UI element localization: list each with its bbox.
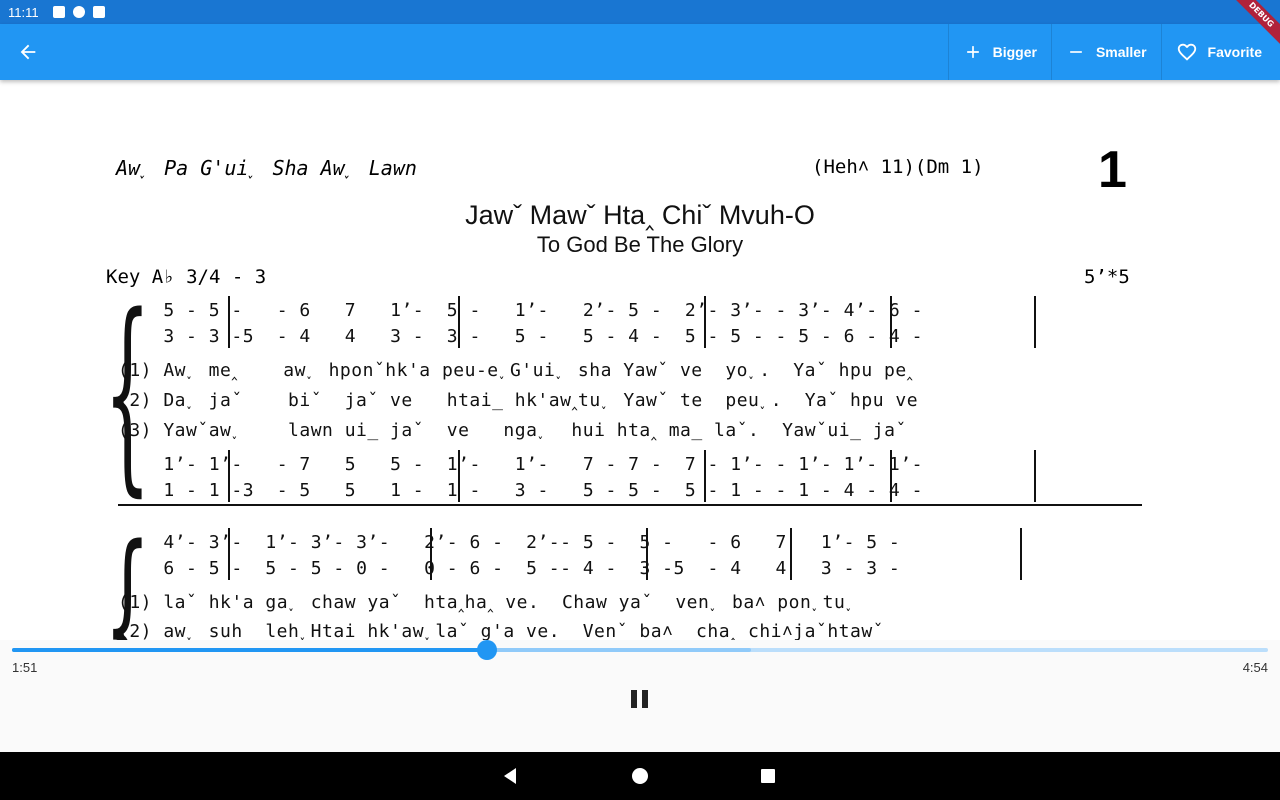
bigger-button[interactable]: Bigger <box>947 24 1051 80</box>
soprano-line: 4’- 3’- 1’- 3’- 3’- 2’- 6 - 2’-- 5 - 5 -… <box>118 532 901 553</box>
favorite-button[interactable]: Favorite <box>1160 24 1280 80</box>
plus-icon <box>966 46 979 58</box>
seek-progress <box>12 648 487 652</box>
barline <box>458 450 460 502</box>
barline <box>1034 450 1036 502</box>
nav-back-icon[interactable] <box>500 766 520 786</box>
barline <box>228 296 230 348</box>
barline <box>890 296 892 348</box>
arrow-back-icon <box>20 44 36 60</box>
barline <box>1020 528 1022 580</box>
back-button[interactable] <box>0 24 56 80</box>
barline <box>704 450 706 502</box>
barline <box>228 528 230 580</box>
bigger-label: Bigger <box>992 44 1037 60</box>
alto-line: 6 - 5 - 5 - 5 - 0 - 0 - 6 - 5 -- 4 - 3 -… <box>118 558 901 579</box>
barline <box>646 528 648 580</box>
hymn-header-left: Aw˯ Pa G'ui˯ Sha Aw˯ Lawn <box>116 156 417 180</box>
pause-icon <box>631 690 637 708</box>
verse-1-lyrics: (1) Aw˯ me‸ aw˯ hponˇhk'a peu-e˯G'ui˯ sh… <box>118 360 914 381</box>
minus-icon <box>1070 51 1082 53</box>
barline <box>228 450 230 502</box>
sd-card-icon <box>92 6 105 18</box>
favorite-label: Favorite <box>1207 44 1262 60</box>
barline <box>458 296 460 348</box>
nav-home-icon[interactable] <box>630 766 650 786</box>
verse-1-lyrics: (1) laˇ hk'a ga˯ chaw yaˇ hta‸ha‸ ve. Ch… <box>118 592 857 613</box>
hymn-title: Jawˇ Mawˇ Hta‸ Chiˇ Mvuh-O <box>465 200 815 230</box>
smaller-label: Smaller <box>1095 44 1147 60</box>
barline <box>1034 296 1036 348</box>
system-nav-bar <box>0 752 1280 800</box>
pause-button[interactable] <box>630 690 650 710</box>
barline <box>890 450 892 502</box>
verse-2-lyrics: (2) aw˯ suh_ leh˯Htai_hk'aw˯laˇ g'a ve. … <box>118 621 884 640</box>
verse-3-lyrics: (3) Yawˇaw˯ lawn ui_ jaˇ ve nga˯ hui hta… <box>118 420 907 441</box>
bass-line: 1 - 1 -3 - 5 5 1 - 1 - 3 - 5 - 5 - 5 - 1… <box>118 480 923 501</box>
nav-recents-icon[interactable] <box>758 766 778 786</box>
hymn-number: 1 <box>1098 141 1127 199</box>
total-time: 4:54 <box>1242 660 1268 675</box>
app-bar: Bigger Smaller Favorite <box>0 24 1280 80</box>
barline <box>430 528 432 580</box>
hymn-subtitle: To God Be The Glory <box>536 232 744 257</box>
notification-icon <box>72 6 85 18</box>
hymn-score[interactable]: Aw˯ Pa G'ui˯ Sha Aw˯ Lawn (Heh˄ 11)(Dm 1… <box>0 80 1280 640</box>
notification-icon <box>52 6 65 18</box>
soprano-line: 5 - 5 - - 6 7 1’- 5 - 1’- 2’- 5 - 2’- 3’… <box>118 300 923 321</box>
tenor-line: 1’- 1’- - 7 5 5 - 1’- 1’- 7 - 7 - 7 - 1’… <box>118 454 923 475</box>
audio-player: 1:51 4:54 <box>0 640 1280 752</box>
barline <box>790 528 792 580</box>
current-time: 1:51 <box>12 660 38 675</box>
smaller-button[interactable]: Smaller <box>1050 24 1161 80</box>
verse-2-lyrics: (2) Da˯ jaˇ biˇ jaˇ ve htai_ hk'aw‸tu˯ Y… <box>118 390 919 411</box>
heart-outline-icon <box>1177 43 1196 61</box>
tempo-marking: 5’*5 <box>1084 266 1130 288</box>
alto-line: 3 - 3 -5 - 4 4 3 - 3 - 5 - 5 - 4 - 5 - 5… <box>118 326 923 347</box>
pause-icon <box>642 690 648 708</box>
status-time: 11:11 <box>8 4 39 20</box>
system-divider <box>118 504 1142 506</box>
hymn-scripture-ref: (Heh˄ 11)(Dm 1) <box>812 156 984 178</box>
seek-thumb[interactable] <box>476 640 497 660</box>
barline <box>704 296 706 348</box>
status-bar: 11:11 DEBUG <box>0 0 1280 52</box>
